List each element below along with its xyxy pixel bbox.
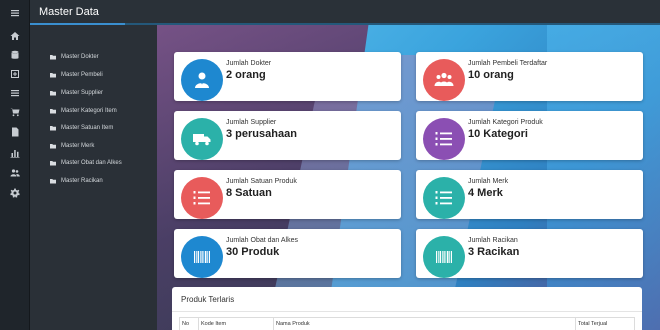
submenu-item-label: Master Dokter [61, 54, 99, 60]
master-data-submenu: Master Dokter Master Pembeli Master Supp… [30, 25, 157, 330]
gear-icon[interactable] [0, 184, 30, 202]
column-header-kode-item[interactable]: Kode Item [199, 318, 274, 330]
list-icon[interactable] [0, 84, 30, 102]
best-selling-panel: Produk Terlaris No Kode Item Nama Produk… [172, 287, 642, 330]
submenu-item-master-pembeli[interactable]: Master Pembeli [50, 69, 103, 81]
stat-value: 3 perusahaan [226, 128, 297, 140]
stat-value: 2 orang [226, 69, 266, 81]
home-icon[interactable] [0, 27, 30, 45]
column-header-no[interactable]: No [180, 318, 199, 330]
submenu-item-label: Master Satuan Item [61, 125, 114, 131]
stat-card-kategori[interactable]: Jumlah Kategori Produk 10 Kategori [416, 111, 643, 160]
stat-value: 10 Kategori [468, 128, 528, 140]
stat-card-obat-alkes[interactable]: Jumlah Obat dan Alkes 30 Produk [174, 229, 401, 278]
stat-label: Jumlah Merk [468, 178, 509, 185]
stat-label: Jumlah Obat dan Alkes [226, 237, 298, 244]
stat-label: Jumlah Pembeli Terdaftar [468, 60, 548, 67]
submenu-item-master-dokter[interactable]: Master Dokter [50, 51, 99, 63]
folder-icon [50, 179, 56, 184]
stat-label: Jumlah Satuan Produk [226, 178, 297, 185]
submenu-item-label: Master Racikan [61, 178, 103, 184]
stat-card-racikan[interactable]: Jumlah Racikan 3 Racikan [416, 229, 643, 278]
stat-value: 3 Racikan [468, 246, 520, 258]
stat-label: Jumlah Racikan [468, 237, 518, 244]
column-header-nama-produk[interactable]: Nama Produk [274, 318, 576, 330]
barcode-icon [423, 236, 465, 278]
folder-icon [50, 144, 56, 149]
submenu-item-master-racikan[interactable]: Master Racikan [50, 175, 103, 187]
folder-icon [50, 109, 56, 114]
folder-icon [50, 55, 56, 60]
numbered-list-icon [423, 118, 465, 160]
plus-square-icon[interactable] [0, 65, 30, 83]
submenu-item-master-merk[interactable]: Master Merk [50, 140, 94, 152]
submenu-item-label: Master Pembeli [61, 72, 103, 78]
submenu-item-label: Master Kategori Item [61, 108, 117, 114]
database-icon[interactable] [0, 46, 30, 64]
submenu-item-master-supplier[interactable]: Master Supplier [50, 87, 103, 99]
folder-icon [50, 126, 56, 131]
stat-label: Jumlah Dokter [226, 60, 272, 67]
stat-card-merk[interactable]: Jumlah Merk 4 Merk [416, 170, 643, 219]
numbered-list-icon [181, 177, 223, 219]
divider [172, 311, 642, 312]
folder-icon [50, 161, 56, 166]
hamburger-menu-icon[interactable] [0, 4, 30, 22]
shopping-cart-icon[interactable] [0, 103, 30, 121]
stat-card-dokter[interactable]: Jumlah Dokter 2 orang [174, 52, 401, 101]
stat-value: 30 Produk [226, 246, 280, 258]
bar-chart-icon[interactable] [0, 144, 30, 162]
folder-icon [50, 73, 56, 78]
submenu-item-label: Master Merk [61, 143, 95, 149]
doctor-icon [181, 59, 223, 101]
submenu-item-master-satuan-item[interactable]: Master Satuan Item [50, 122, 113, 134]
stat-value: 10 orang [468, 69, 514, 81]
column-header-total-terjual[interactable]: Total Terjual [576, 318, 636, 330]
panel-title: Produk Terlaris [181, 295, 235, 304]
stat-value: 4 Merk [468, 187, 503, 199]
barcode-icon [181, 236, 223, 278]
submenu-item-label: Master Obat dan Alkes [61, 160, 122, 166]
submenu-item-label: Master Supplier [61, 90, 104, 96]
numbered-list-icon [423, 177, 465, 219]
submenu-item-master-obat-dan-alkes[interactable]: Master Obat dan Alkes [50, 157, 122, 169]
users-icon [423, 59, 465, 101]
stat-card-satuan[interactable]: Jumlah Satuan Produk 8 Satuan [174, 170, 401, 219]
icon-rail [0, 0, 30, 330]
stat-label: Jumlah Kategori Produk [468, 119, 543, 126]
top-bar: Master Data [30, 0, 660, 25]
stat-card-supplier[interactable]: Jumlah Supplier 3 perusahaan [174, 111, 401, 160]
document-icon[interactable] [0, 123, 30, 141]
submenu-item-master-kategori-item[interactable]: Master Kategori Item [50, 105, 117, 117]
stat-card-pembeli[interactable]: Jumlah Pembeli Terdaftar 10 orang [416, 52, 643, 101]
page-title: Master Data [39, 6, 99, 18]
truck-icon [181, 118, 223, 160]
table-header-row: No Kode Item Nama Produk Total Terjual [179, 317, 635, 330]
stat-value: 8 Satuan [226, 187, 272, 199]
stat-label: Jumlah Supplier [226, 119, 277, 126]
folder-icon [50, 91, 56, 96]
users-icon[interactable] [0, 164, 30, 182]
